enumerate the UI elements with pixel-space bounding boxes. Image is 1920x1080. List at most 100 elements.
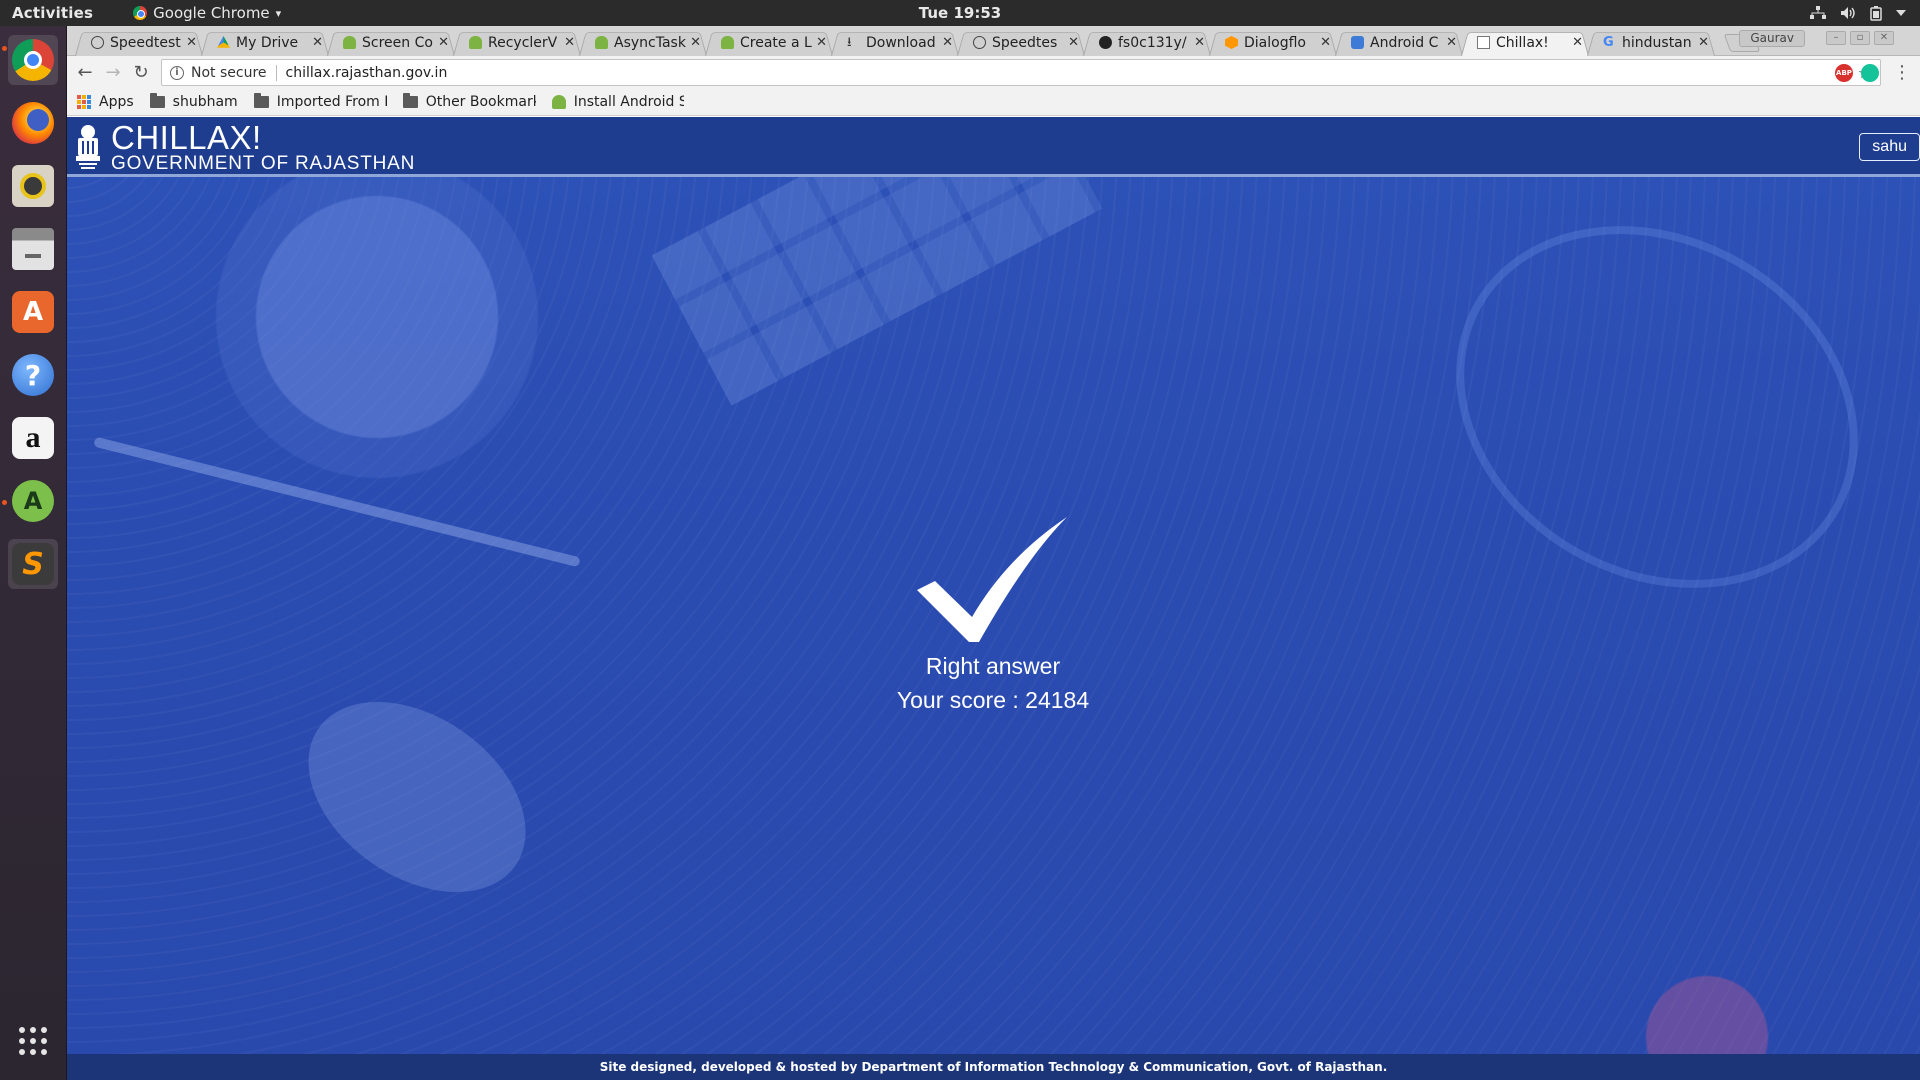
tab-dialogflow[interactable]: Dialogflo ✕ bbox=[1209, 29, 1337, 56]
security-indicator[interactable]: Not secure bbox=[191, 65, 267, 81]
bookmark-folder-shubham[interactable]: shubham bbox=[149, 93, 238, 110]
tab-recyclerview[interactable]: RecyclerV ✕ bbox=[453, 29, 581, 56]
software-center-icon: A bbox=[12, 291, 54, 333]
system-top-bar: Activities Google Chrome ▾ Tue 19:53 bbox=[0, 0, 1920, 26]
rhythmbox-icon bbox=[12, 165, 54, 207]
bookmark-apps[interactable]: Apps bbox=[77, 94, 134, 110]
maximize-button[interactable]: ▫ bbox=[1850, 31, 1870, 45]
chevron-down-icon: ▾ bbox=[275, 6, 282, 20]
android-icon bbox=[721, 36, 734, 49]
url-text[interactable]: chillax.rajasthan.gov.in bbox=[286, 65, 448, 81]
tab-screen-compat[interactable]: Screen Co ✕ bbox=[327, 29, 455, 56]
bookmark-install-android[interactable]: Install Android S bbox=[551, 94, 684, 110]
close-icon[interactable]: ✕ bbox=[816, 35, 827, 50]
close-icon[interactable]: ✕ bbox=[690, 35, 701, 50]
tab-create-a-list[interactable]: Create a L ✕ bbox=[705, 29, 833, 56]
info-icon[interactable]: i bbox=[170, 65, 184, 80]
help-icon: ? bbox=[12, 354, 54, 396]
close-icon[interactable]: ✕ bbox=[1698, 35, 1709, 50]
android-icon bbox=[469, 36, 482, 49]
dock-firefox[interactable] bbox=[8, 98, 58, 148]
site-footer: Site designed, developed & hosted by Dep… bbox=[67, 1054, 1920, 1080]
dock-sublime-text[interactable]: S bbox=[8, 539, 58, 589]
tab-speedtest[interactable]: Speedtest ✕ bbox=[75, 29, 203, 56]
folder-icon bbox=[149, 93, 165, 108]
dock-software-center[interactable]: A bbox=[8, 287, 58, 337]
tab-strip: Speedtest ✕ My Drive ✕ Screen Co ✕ Recycler… bbox=[67, 26, 1920, 56]
close-icon[interactable]: ✕ bbox=[1572, 35, 1583, 50]
reload-button[interactable]: ↻ bbox=[127, 59, 155, 87]
bookmark-label: Imported From F bbox=[276, 94, 387, 110]
address-bar[interactable]: i Not secure chillax.rajasthan.gov.in ☆ bbox=[161, 59, 1881, 86]
menu-kebab-icon[interactable]: ⋮ bbox=[1893, 62, 1911, 83]
chrome-icon bbox=[12, 39, 54, 81]
close-icon[interactable]: ✕ bbox=[1320, 35, 1331, 50]
tab-label: Screen Co bbox=[362, 34, 433, 51]
app-menu-label: Google Chrome bbox=[153, 4, 270, 22]
clock[interactable]: Tue 19:53 bbox=[919, 4, 1001, 22]
tab-label: Android C bbox=[1370, 34, 1439, 51]
network-icon bbox=[1810, 6, 1826, 19]
volume-icon bbox=[1841, 7, 1855, 19]
tab-chillax[interactable]: Chillax! ✕ bbox=[1461, 29, 1589, 56]
tab-download[interactable]: ⭳ Download ✕ bbox=[831, 29, 959, 56]
close-icon[interactable]: ✕ bbox=[942, 35, 953, 50]
close-icon[interactable]: ✕ bbox=[1194, 35, 1205, 50]
dock-rhythmbox[interactable] bbox=[8, 161, 58, 211]
show-apps-button[interactable] bbox=[8, 1016, 58, 1066]
android-icon bbox=[551, 95, 566, 109]
github-icon bbox=[1099, 36, 1112, 49]
profile-button[interactable]: Gaurav bbox=[1739, 30, 1805, 47]
close-icon[interactable]: ✕ bbox=[1446, 35, 1457, 50]
chrome-icon bbox=[133, 6, 148, 20]
grammarly-icon[interactable] bbox=[1861, 64, 1879, 82]
bookmark-folder-other[interactable]: Other Bookmark bbox=[402, 93, 536, 110]
dialogflow-icon bbox=[1225, 36, 1238, 49]
tab-label: Speedtes bbox=[992, 34, 1058, 51]
dock-amazon[interactable]: a bbox=[8, 413, 58, 463]
dock-android-studio[interactable]: A bbox=[8, 476, 58, 526]
power-menu-icon bbox=[1896, 10, 1906, 16]
tab-label: Create a L bbox=[740, 34, 812, 51]
sublime-text-icon: S bbox=[12, 543, 54, 585]
result-label: Right answer bbox=[925, 653, 1061, 679]
speedometer-icon bbox=[973, 36, 986, 49]
chrome-window: Speedtest ✕ My Drive ✕ Screen Co ✕ Recycler… bbox=[67, 26, 1920, 1080]
puzzle-icon bbox=[1351, 36, 1364, 49]
bookmark-folder-imported[interactable]: Imported From F bbox=[253, 93, 387, 110]
system-tray[interactable] bbox=[1810, 0, 1906, 26]
files-icon bbox=[12, 228, 54, 270]
tab-label: AsyncTask bbox=[614, 34, 686, 51]
page-icon bbox=[1477, 36, 1490, 49]
dock-help[interactable]: ? bbox=[8, 350, 58, 400]
bookmark-label: shubham bbox=[172, 94, 238, 110]
close-icon[interactable]: ✕ bbox=[564, 35, 575, 50]
close-icon[interactable]: ✕ bbox=[312, 35, 323, 50]
close-icon[interactable]: ✕ bbox=[438, 35, 449, 50]
tab-my-drive[interactable]: My Drive ✕ bbox=[201, 29, 329, 56]
folder-icon bbox=[253, 93, 269, 108]
apps-icon bbox=[77, 95, 91, 109]
close-icon[interactable]: ✕ bbox=[1068, 35, 1079, 50]
tab-asynctask[interactable]: AsyncTask ✕ bbox=[579, 29, 707, 56]
result-panel: Right answer Your score : 24184 bbox=[67, 117, 1920, 1080]
close-window-button[interactable]: ✕ bbox=[1874, 31, 1894, 45]
bookmark-label: Apps bbox=[99, 94, 134, 110]
tab-label: fs0c131y/ bbox=[1118, 34, 1187, 51]
tab-android-c[interactable]: Android C ✕ bbox=[1335, 29, 1463, 56]
tab-hindustan[interactable]: Ghindustan ✕ bbox=[1587, 29, 1715, 56]
tab-speedtest-2[interactable]: Speedtes ✕ bbox=[957, 29, 1085, 56]
browser-toolbar: ← → ↻ i Not secure chillax.rajasthan.gov… bbox=[67, 56, 1920, 89]
dock-files[interactable] bbox=[8, 224, 58, 274]
tab-github[interactable]: fs0c131y/ ✕ bbox=[1083, 29, 1211, 56]
back-button[interactable]: ← bbox=[71, 59, 99, 87]
dock-chrome[interactable] bbox=[8, 35, 58, 85]
minimize-button[interactable]: – bbox=[1826, 31, 1846, 45]
score-text: Your score : 24184 bbox=[896, 687, 1090, 713]
folder-icon bbox=[402, 93, 418, 108]
app-menu[interactable]: Google Chrome ▾ bbox=[133, 4, 281, 22]
close-icon[interactable]: ✕ bbox=[186, 35, 197, 50]
adblock-plus-icon[interactable]: ABP bbox=[1835, 64, 1853, 82]
activities-button[interactable]: Activities bbox=[12, 4, 93, 22]
forward-button[interactable]: → bbox=[99, 59, 127, 87]
